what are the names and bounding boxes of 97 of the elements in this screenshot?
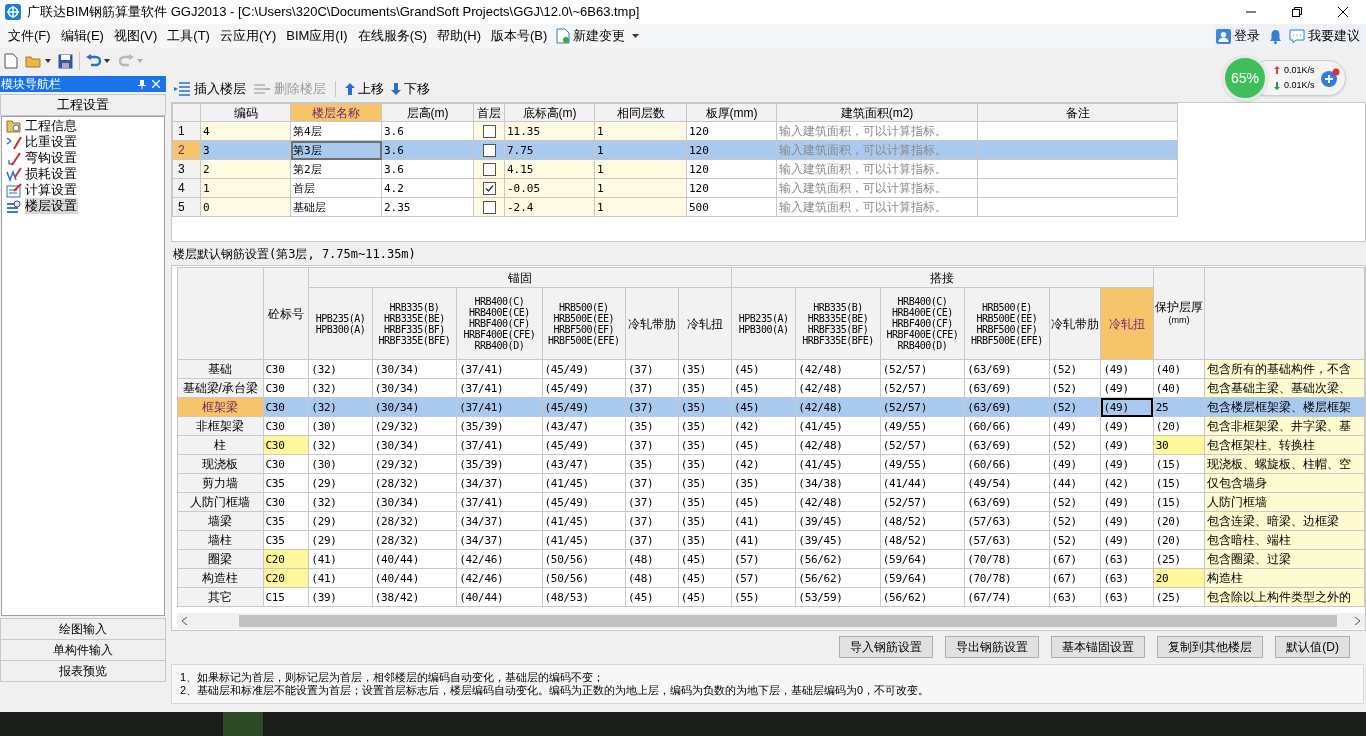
column-header[interactable]: 相同层数: [594, 103, 687, 122]
save-icon[interactable]: [58, 53, 73, 69]
section-button[interactable]: 工程设置: [0, 94, 166, 116]
layers-icon: [6, 198, 22, 214]
user-icon: [1216, 28, 1231, 44]
menu-item[interactable]: 编辑(E): [55, 25, 109, 47]
column-header[interactable]: HRB500(E) HRB500E(EE) HRBF500(EF) HRBF500E(EFE): [964, 287, 1050, 360]
toolbar-button[interactable]: 插入楼层: [171, 78, 248, 99]
checkbox[interactable]: [482, 124, 496, 138]
toolbar-button[interactable]: 下移: [389, 78, 432, 99]
action-button[interactable]: 复制到其他楼层: [1157, 636, 1264, 658]
menu-item[interactable]: 工具(T): [162, 25, 215, 47]
note-text: 2、基础层和标准层不能设置为首层；设置首层标志后，楼层编码自动变化。编码为正数的为地上层，编码为负数的为地下层，基础层编码为0，不可改变。: [180, 684, 931, 697]
nav-button[interactable]: 绘图输入: [0, 618, 166, 640]
column-header[interactable]: HRB500(E) HRB500E(EE) HRBF500(EF) HRBF500E(EFE): [542, 287, 626, 360]
undo-icon[interactable]: [86, 54, 101, 68]
tree-item[interactable]: 弯钩设置: [25, 150, 77, 166]
column-header[interactable]: HRB335(B) HRB335E(BE) HRBF335(BF) HRBF335E(BFE): [372, 287, 457, 360]
note-text: 1、如果标记为首层，则标记层为首层，相邻楼层的编码自动变化，基础层的编码不变；: [180, 671, 606, 684]
column-header[interactable]: 冷轧扭: [1100, 287, 1154, 360]
menu-item[interactable]: 版本号(B): [486, 25, 553, 47]
column-header[interactable]: 冷轧带肋: [1049, 287, 1101, 360]
caret-icon[interactable]: [45, 59, 51, 63]
document-icon: [556, 28, 571, 44]
percent-text: 65%: [1231, 68, 1259, 88]
pin-icon[interactable]: [138, 79, 146, 89]
horizontal-scrollbar[interactable]: [177, 613, 1365, 629]
column-header[interactable]: HRB400(C) HRB400E(CE) HRBF400(CF) HRBF400E(CFE) RRB400(D): [456, 287, 543, 360]
checkbox[interactable]: [482, 200, 496, 214]
action-button[interactable]: 基本锚固设置: [1051, 636, 1146, 658]
checkbox[interactable]: [482, 143, 496, 157]
column-header[interactable]: 备注: [977, 103, 1178, 122]
login-button[interactable]: 登录: [1214, 26, 1262, 46]
action-button[interactable]: 默认值(D): [1275, 636, 1350, 658]
checkbox[interactable]: [482, 181, 496, 195]
app-logo-icon: [5, 4, 21, 20]
checkbox[interactable]: [482, 162, 496, 176]
toolbar-button[interactable]: 上移: [343, 78, 386, 99]
pencil-graph-icon: [6, 166, 22, 182]
column-header[interactable]: HRB400(C) HRB400E(CE) HRBF400(CF) HRBF400E(CFE) RRB400(D): [880, 287, 965, 360]
nav-button[interactable]: 报表预览: [0, 660, 166, 682]
column-header[interactable]: HPB235(A) HPB300(A): [731, 287, 796, 360]
menu-item[interactable]: 在线服务(S): [352, 25, 432, 47]
menu-item[interactable]: 视图(V): [108, 25, 163, 47]
column-header[interactable]: 建筑面积(m2): [776, 103, 978, 122]
column-header[interactable]: 冷轧带肋: [625, 287, 679, 360]
column-group-header[interactable]: 搭接: [731, 267, 1154, 288]
scroll-right-icon[interactable]: [1355, 617, 1361, 625]
menu-item[interactable]: 帮助(H): [432, 25, 487, 47]
column-header[interactable]: 保护层厚 (mm): [1153, 267, 1205, 360]
menu-item[interactable]: BIM应用(I): [281, 25, 353, 47]
scroll-left-icon[interactable]: [181, 617, 187, 625]
tree-item[interactable]: 比重设置: [25, 134, 77, 150]
arrow-up-icon: [1274, 66, 1280, 75]
pencil-hook-icon: [6, 150, 22, 166]
menu-item[interactable]: 文件(F): [3, 25, 56, 47]
window-title: 广联达BIM钢筋算量软件 GGJ2013 - [C:\Users\320C\Documents\GrandSoft Projects\GGJ\12.0\~6B63.tmp]: [27, 3, 640, 22]
new-file-icon[interactable]: [4, 53, 18, 69]
tree-item[interactable]: 计算设置: [25, 182, 77, 198]
tree-item[interactable]: 楼层设置: [25, 198, 78, 214]
insert-rows-icon: [173, 80, 191, 97]
column-header[interactable]: 楼层名称: [290, 103, 382, 122]
column-group-header[interactable]: 锚固: [308, 267, 732, 288]
upload-speed: 0.01K/s: [1284, 63, 1315, 77]
restore-icon: [1292, 7, 1302, 17]
close-icon[interactable]: [152, 80, 160, 88]
suggestion-button[interactable]: 我要建议: [1289, 26, 1360, 46]
action-button[interactable]: 导入钢筋设置: [839, 636, 934, 658]
column-header[interactable]: 编码: [200, 103, 291, 122]
checklist-icon: [6, 182, 22, 198]
column-header[interactable]: 底标高(m): [504, 103, 595, 122]
panel-title: 模块导航栏: [0, 78, 61, 90]
menu-item[interactable]: 云应用(Y): [214, 25, 282, 47]
caret-icon: [632, 34, 640, 38]
section-title: 楼层默认钢筋设置(第3层, 7.75m~11.35m): [172, 246, 416, 263]
column-header[interactable]: 层高(m): [381, 103, 474, 122]
tree-item[interactable]: 工程信息: [25, 118, 77, 134]
tree-item[interactable]: 损耗设置: [25, 166, 77, 182]
nav-button[interactable]: 单构件输入: [0, 639, 166, 661]
arrow-down-icon: [1274, 81, 1280, 90]
column-header[interactable]: 砼标号: [263, 267, 309, 360]
chat-icon: [1289, 28, 1305, 44]
scrollbar-thumb[interactable]: [239, 615, 1337, 627]
column-header[interactable]: HRB335(B) HRB335E(BE) HRBF335(BF) HRBF335E(BFE): [795, 287, 881, 360]
plus-icon[interactable]: [1319, 68, 1340, 88]
close-icon: [1338, 7, 1348, 17]
download-speed: 0.01K/s: [1284, 79, 1315, 92]
column-header[interactable]: 冷轧扭: [678, 287, 732, 360]
new-change-menu[interactable]: 新建变更: [552, 25, 644, 47]
column-header[interactable]: HPB235(A) HPB300(A): [308, 287, 373, 360]
arrow-down-icon: [391, 82, 401, 95]
bell-icon[interactable]: [1269, 28, 1282, 44]
column-header[interactable]: 板厚(mm): [686, 103, 777, 122]
arrow-up-icon: [345, 82, 355, 95]
column-header[interactable]: 首层: [473, 103, 505, 122]
action-button[interactable]: 导出钢筋设置: [945, 636, 1040, 658]
caret-icon[interactable]: [104, 59, 110, 63]
